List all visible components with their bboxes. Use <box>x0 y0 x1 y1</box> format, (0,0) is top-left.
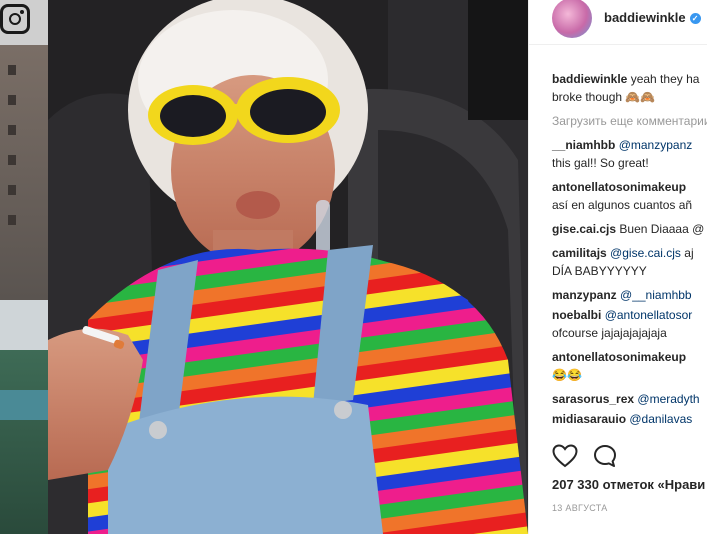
comment-username[interactable]: camilitajs <box>552 246 607 260</box>
post-actions <box>552 444 702 470</box>
comment-item: gise.cai.cjs Buen Diaaaa @ <box>552 220 707 238</box>
comment-username[interactable]: gise.cai.cjs <box>552 222 616 236</box>
comment-mention[interactable]: @manzypanz <box>619 138 693 152</box>
post-photo-illustration <box>48 0 528 534</box>
comment-emoji: 😂😂 <box>552 368 582 382</box>
post-header: baddiewinkle ✓ <box>529 0 707 45</box>
comment-text: Buen Diaaaa @ <box>619 222 705 236</box>
comment-text: aj <box>684 246 694 260</box>
background-trees <box>0 350 48 534</box>
background-pool-deck <box>0 300 48 350</box>
caption-line-2: broke though 🙈🙈 <box>552 90 656 104</box>
post-details-panel: baddiewinkle ✓ baddiewinkle yeah they ha … <box>528 0 707 534</box>
comment-text: this gal!! So great! <box>552 156 649 170</box>
comment-item: antonellatosonimakeup <box>552 178 707 196</box>
caption-emoji: 🙈🙈 <box>625 90 656 104</box>
comment-item: manzypanz @__niamhbb <box>552 286 707 304</box>
verified-badge-icon: ✓ <box>689 13 701 24</box>
caption-username[interactable]: baddiewinkle <box>552 72 627 86</box>
comment-text: ofcourse jajajajajajaja <box>552 326 667 340</box>
comment-username[interactable]: antonellatosonimakeup <box>552 350 686 364</box>
comment-username[interactable]: midiasarauio <box>552 412 626 426</box>
background-water <box>0 390 48 420</box>
comment-username[interactable]: antonellatosonimakeup <box>552 180 686 194</box>
comment-item: sarasorus_rex @meradyth <box>552 390 707 408</box>
post-photo[interactable] <box>48 0 528 534</box>
caption: baddiewinkle yeah they ha <box>552 70 707 88</box>
comment-mention[interactable]: @__niamhbb <box>620 288 692 302</box>
comment-text: DÍA BABYYYYYY <box>552 264 647 278</box>
comment-item: noebalbi @antonellatosor <box>552 306 707 324</box>
likes-count[interactable]: 207 330 отметок «Нрави <box>552 477 705 492</box>
comment-mention[interactable]: @gise.cai.cjs <box>610 246 681 260</box>
comments-list: baddiewinkle yeah they ha broke though 🙈… <box>552 70 707 428</box>
comment-username[interactable]: noebalbi <box>552 308 601 322</box>
post-username[interactable]: baddiewinkle ✓ <box>604 10 701 25</box>
comment-bubble-icon[interactable] <box>593 444 617 468</box>
caption-text: yeah they ha <box>630 72 700 86</box>
comment-item: antonellatosonimakeup <box>552 348 707 366</box>
background-left-strip <box>0 0 48 534</box>
comment-username[interactable]: sarasorus_rex <box>552 392 634 406</box>
comment-mention[interactable]: @meradyth <box>637 392 699 406</box>
comment-mention[interactable]: @danilavas <box>629 412 692 426</box>
avatar[interactable] <box>552 0 592 38</box>
comment-item: __niamhbb @manzypanz <box>552 136 707 154</box>
comment-text: así en algunos cuantos añ <box>552 198 693 212</box>
heart-icon[interactable] <box>552 444 578 468</box>
comment-item: camilitajs @gise.cai.cjs aj <box>552 244 707 262</box>
load-more-comments-link[interactable]: Загрузить еще комментарии <box>552 112 707 130</box>
comment-item: midiasarauio @danilavas <box>552 410 707 428</box>
comment-username[interactable]: __niamhbb <box>552 138 615 152</box>
instagram-icon[interactable] <box>0 4 30 34</box>
post-date[interactable]: 13 АВГУСТА <box>552 503 608 513</box>
comment-mention[interactable]: @antonellatosor <box>605 308 693 322</box>
background-building <box>0 45 48 300</box>
comment-username[interactable]: manzypanz <box>552 288 617 302</box>
